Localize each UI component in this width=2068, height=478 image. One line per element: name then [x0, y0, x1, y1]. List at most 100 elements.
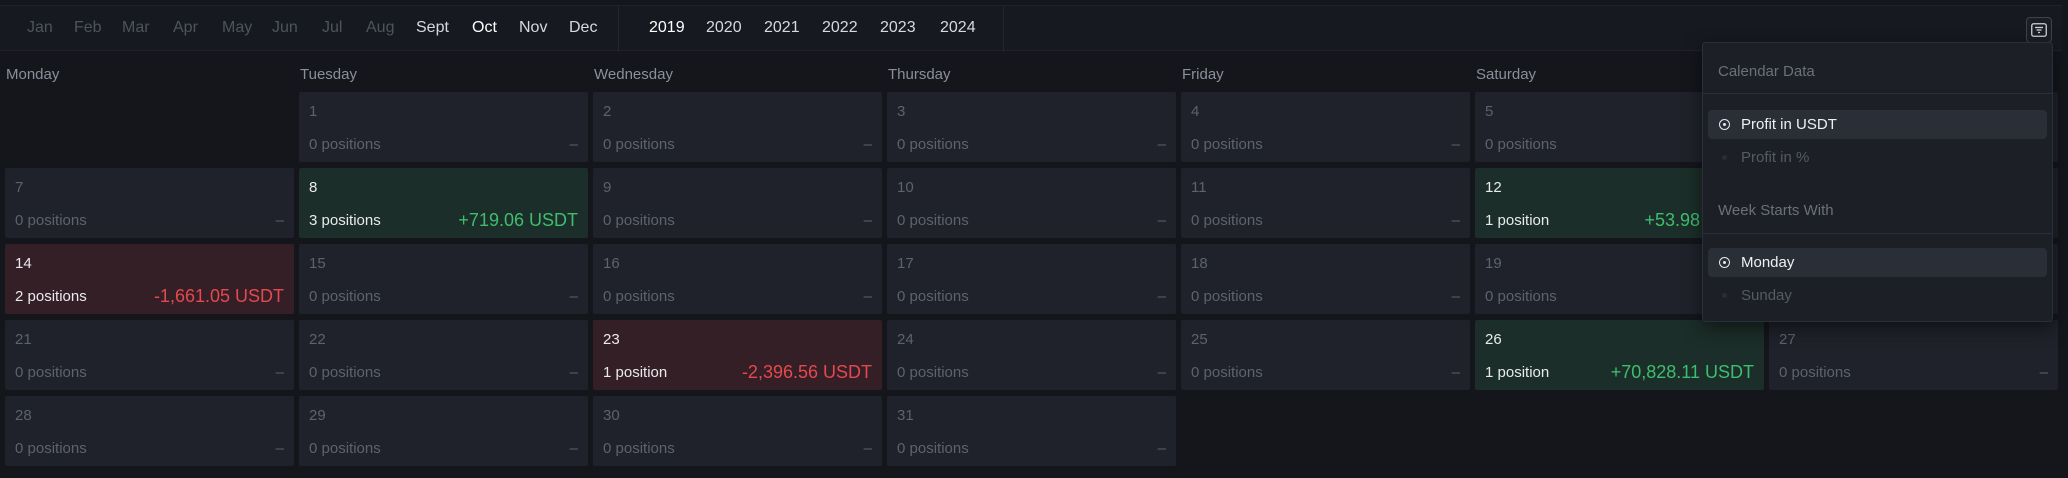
day-number: 11 [1191, 179, 1207, 196]
day-cell[interactable]: 4 0 positions – [1181, 92, 1470, 162]
filter-menu-button[interactable] [2026, 17, 2052, 43]
positions-count: 0 positions [1485, 288, 1557, 305]
day-cell[interactable]: 9 0 positions – [593, 168, 882, 238]
positions-count: 0 positions [309, 364, 381, 381]
day-number: 9 [603, 179, 612, 196]
weekday-friday: Friday [1182, 66, 1224, 83]
calendar-data-option[interactable]: Profit in % [1708, 143, 2047, 172]
day-number: 4 [1191, 103, 1200, 120]
profit-value: – [1157, 364, 1166, 381]
month-tab-jan[interactable]: Jan [27, 19, 53, 37]
year-tab-2021[interactable]: 2021 [764, 19, 800, 37]
year-tab-2024[interactable]: 2024 [940, 19, 976, 37]
positions-count: 1 position [1485, 364, 1550, 381]
profit-value: – [1451, 212, 1460, 229]
day-cell[interactable]: 2 0 positions – [593, 92, 882, 162]
day-cell[interactable]: 10 0 positions – [887, 168, 1176, 238]
weekday-monday: Monday [6, 66, 60, 83]
day-cell[interactable]: 24 0 positions – [887, 320, 1176, 390]
day-cell[interactable]: 16 0 positions – [593, 244, 882, 314]
month-tab-oct[interactable]: Oct [472, 19, 497, 37]
day-number: 17 [897, 255, 914, 272]
month-tab-nov[interactable]: Nov [519, 19, 547, 37]
day-cell[interactable]: 30 0 positions – [593, 396, 882, 466]
day-cell[interactable]: 29 0 positions – [299, 396, 588, 466]
month-tab-feb[interactable]: Feb [74, 19, 102, 37]
day-cell[interactable]: 18 0 positions – [1181, 244, 1470, 314]
positions-count: 0 positions [15, 212, 87, 229]
year-tab-2019[interactable]: 2019 [649, 19, 685, 37]
weekday-thursday: Thursday [888, 66, 951, 83]
profit-value: – [569, 364, 578, 381]
month-tab-may[interactable]: May [222, 19, 252, 37]
separator [618, 6, 619, 52]
year-tab-2020[interactable]: 2020 [706, 19, 742, 37]
day-number: 10 [897, 179, 914, 196]
day-cell[interactable]: 21 0 positions – [5, 320, 294, 390]
month-tab-aug[interactable]: Aug [366, 19, 394, 37]
positions-count: 0 positions [309, 136, 381, 153]
month-tab-jun[interactable]: Jun [272, 19, 298, 37]
day-cell[interactable]: 25 0 positions – [1181, 320, 1470, 390]
positions-count: 0 positions [1191, 364, 1263, 381]
filter-icon [2031, 23, 2047, 37]
year-tab-2023[interactable]: 2023 [880, 19, 916, 37]
profit-value: -1,661.05 USDT [153, 286, 284, 306]
week-start-option[interactable]: Monday [1708, 248, 2047, 277]
day-number: 14 [15, 255, 32, 272]
month-tab-mar[interactable]: Mar [122, 19, 150, 37]
positions-count: 0 positions [1485, 136, 1557, 153]
profit-value: +70,828.11 USDT [1610, 362, 1754, 382]
calendar-data-option[interactable]: Profit in USDT [1708, 110, 2047, 139]
day-number: 24 [897, 331, 914, 348]
day-cell[interactable]: 8 3 positions +719.06 USDT [299, 168, 588, 238]
day-number: 15 [309, 255, 326, 272]
week-start-option[interactable]: Sunday [1708, 281, 2047, 310]
profit-value: – [1451, 288, 1460, 305]
calendar-settings-dropdown: Calendar Data Profit in USDT Profit in % … [1702, 42, 2053, 322]
positions-count: 0 positions [15, 440, 87, 457]
calendar-data-option-label: Profit in USDT [1741, 116, 1837, 133]
day-cell[interactable]: 23 1 position -2,396.56 USDT [593, 320, 882, 390]
profit-value: – [863, 440, 872, 457]
divider [1703, 93, 2052, 94]
month-tab-apr[interactable]: Apr [173, 19, 198, 37]
day-cell[interactable]: 14 2 positions -1,661.05 USDT [5, 244, 294, 314]
profit-value: – [275, 212, 284, 229]
month-tab-dec[interactable]: Dec [569, 19, 597, 37]
day-cell[interactable]: 1 0 positions – [299, 92, 588, 162]
profit-value: – [275, 364, 284, 381]
profit-value: – [275, 440, 284, 457]
positions-count: 0 positions [603, 212, 675, 229]
radio-selected-icon [1717, 256, 1731, 270]
day-cell[interactable]: 7 0 positions – [5, 168, 294, 238]
day-cell[interactable]: 22 0 positions – [299, 320, 588, 390]
day-cell[interactable]: 28 0 positions – [5, 396, 294, 466]
year-tab-2022[interactable]: 2022 [822, 19, 858, 37]
calendar-data-label: Calendar Data [1718, 63, 1815, 80]
day-cell[interactable]: 17 0 positions – [887, 244, 1176, 314]
profit-value: -2,396.56 USDT [741, 362, 872, 382]
positions-count: 0 positions [897, 136, 969, 153]
month-tab-jul[interactable]: Jul [322, 19, 342, 37]
profit-value: – [1451, 136, 1460, 153]
positions-count: 1 position [603, 364, 668, 381]
day-cell[interactable]: 27 0 positions – [1769, 320, 2058, 390]
positions-count: 0 positions [603, 288, 675, 305]
day-cell[interactable]: 26 1 position +70,828.11 USDT [1475, 320, 1764, 390]
positions-count: 0 positions [309, 440, 381, 457]
positions-count: 0 positions [897, 364, 969, 381]
radio-unselected-icon [1717, 151, 1731, 165]
day-cell[interactable]: 11 0 positions – [1181, 168, 1470, 238]
day-cell[interactable]: 31 0 positions – [887, 396, 1176, 466]
profit-value: – [569, 288, 578, 305]
month-tab-sept[interactable]: Sept [416, 19, 449, 37]
day-number: 12 [1485, 179, 1502, 196]
positions-count: 1 position [1485, 212, 1550, 229]
day-cell[interactable]: 15 0 positions – [299, 244, 588, 314]
positions-count: 0 positions [1191, 288, 1263, 305]
day-cell[interactable]: 3 0 positions – [887, 92, 1176, 162]
positions-count: 2 positions [15, 288, 87, 305]
positions-count: 0 positions [603, 136, 675, 153]
profit-value: – [863, 136, 872, 153]
